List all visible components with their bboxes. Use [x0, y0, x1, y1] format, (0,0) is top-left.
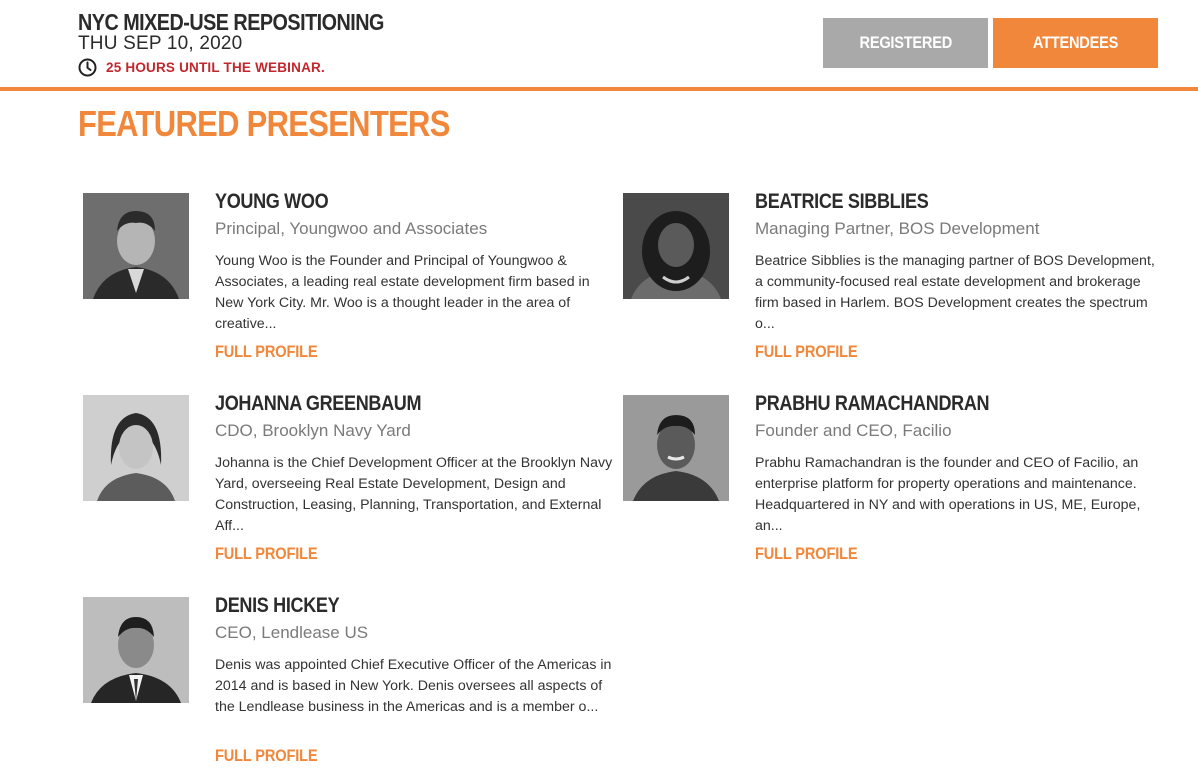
attendees-button-label: ATTENDEES: [1032, 33, 1119, 52]
header-divider: [0, 87, 1198, 91]
event-title: NYC MIXED-USE REPOSITIONING: [78, 9, 384, 35]
attendees-button[interactable]: ATTENDEES: [993, 18, 1158, 68]
presenter-name: YOUNG WOO: [215, 190, 329, 213]
full-profile-link[interactable]: FULL PROFILE: [215, 544, 318, 564]
presenter-role: Founder and CEO, Facilio: [755, 421, 952, 440]
section-title: FEATURED PRESENTERS: [78, 103, 450, 144]
presenter-photo: [83, 597, 189, 703]
countdown: 25 HOURS UNTIL THE WEBINAR.: [78, 57, 325, 77]
full-profile-link[interactable]: FULL PROFILE: [755, 342, 858, 362]
presenter-photo: [623, 395, 729, 501]
presenter-name: BEATRICE SIBBLIES: [755, 190, 929, 213]
presenter-photo: [83, 193, 189, 299]
presenter-photo: [83, 395, 189, 501]
presenter-bio: Johanna is the Chief Development Officer…: [215, 455, 613, 534]
presenter-name: DENIS HICKEY: [215, 594, 340, 617]
presenter-bio: Prabhu Ramachandran is the founder and C…: [755, 455, 1141, 534]
presenter-photo: [623, 193, 729, 299]
presenter-role: CEO, Lendlease US: [215, 623, 369, 642]
full-profile-link[interactable]: FULL PROFILE: [755, 544, 858, 564]
presenter-role: Managing Partner, BOS Development: [755, 219, 1040, 238]
full-profile-link[interactable]: FULL PROFILE: [215, 746, 318, 766]
presenter-role: Principal, Youngwoo and Associates: [215, 219, 488, 238]
event-date: THU SEP 10, 2020: [78, 33, 243, 54]
presenter-name: PRABHU RAMACHANDRAN: [755, 392, 990, 415]
clock-icon: [78, 58, 97, 77]
full-profile-link[interactable]: FULL PROFILE: [215, 342, 318, 362]
countdown-text: 25 HOURS UNTIL THE WEBINAR.: [106, 59, 325, 75]
presenter-name: JOHANNA GREENBAUM: [215, 392, 422, 415]
presenter-bio: Young Woo is the Founder and Principal o…: [215, 253, 590, 332]
presenter-bio: Beatrice Sibblies is the managing partne…: [755, 253, 1155, 332]
presenter-role: CDO, Brooklyn Navy Yard: [215, 421, 411, 440]
page-header: NYC MIXED-USE REPOSITIONING THU SEP 10, …: [0, 0, 1198, 91]
presenter-bio: Denis was appointed Chief Executive Offi…: [215, 657, 612, 715]
registered-button[interactable]: REGISTERED: [823, 18, 988, 68]
registered-button-label: REGISTERED: [859, 33, 952, 52]
